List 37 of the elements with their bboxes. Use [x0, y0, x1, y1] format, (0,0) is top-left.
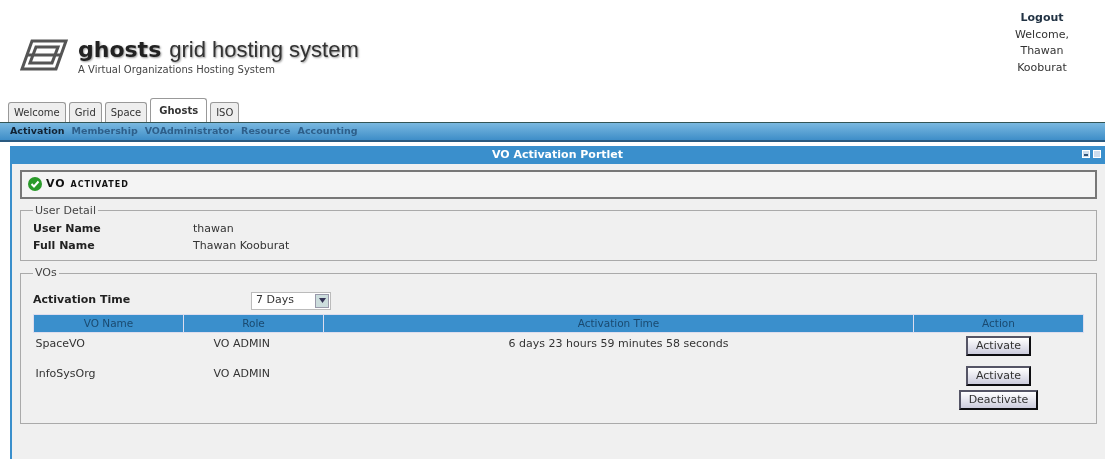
welcome-text: Welcome, Thawan Kooburat — [1014, 26, 1070, 76]
tab[interactable]: Space — [104, 102, 148, 122]
table-cell: 6 days 23 hours 59 minutes 58 seconds — [323, 332, 914, 364]
field-label: User Name — [33, 221, 102, 237]
column-header: Action — [913, 314, 1084, 333]
tab[interactable]: ISO — [210, 102, 240, 122]
dropdown-arrow-icon — [318, 298, 326, 303]
column-header: Role — [183, 314, 324, 333]
group-legend: VOs — [33, 265, 59, 282]
portlet-title: VO Activation Portlet — [491, 146, 624, 163]
minimize-icon[interactable] — [1082, 150, 1090, 158]
logo-icon — [18, 37, 70, 73]
field-value: thawan — [193, 221, 234, 237]
table-cell-text: InfoSysOrg — [34, 366, 97, 383]
group-legend: User Detail — [33, 202, 98, 219]
field-label: Activation Time — [33, 292, 132, 309]
tab[interactable]: Ghosts — [150, 98, 208, 122]
subnav-link[interactable]: Activation — [10, 124, 65, 139]
column-header: VO Name — [33, 314, 184, 333]
action-button[interactable]: Deactivate — [958, 390, 1039, 411]
field-label: Full Name — [33, 237, 96, 254]
status-text: VO activated — [46, 176, 129, 192]
app-title: grid hosting system — [169, 36, 359, 64]
table-cell-text: VO ADMIN — [212, 366, 271, 383]
check-icon — [28, 177, 42, 192]
app-subtitle: A Virtual Organizations Hosting System — [78, 63, 276, 77]
action-button[interactable]: Activate — [965, 366, 1032, 387]
action-button[interactable]: Activate — [965, 336, 1032, 357]
brand-name: ghosts — [78, 36, 162, 64]
tab[interactable]: Grid — [68, 102, 102, 122]
logout-link[interactable]: Logout — [997, 10, 1087, 27]
field-value: Thawan Kooburat — [193, 237, 290, 254]
table-cell: SpaceVO — [33, 332, 184, 364]
activation-time-select[interactable]: 7 Days — [251, 291, 331, 310]
column-header: Activation Time — [323, 314, 914, 333]
tab[interactable]: Welcome — [8, 102, 66, 122]
table-cell: VO ADMIN — [183, 332, 324, 364]
